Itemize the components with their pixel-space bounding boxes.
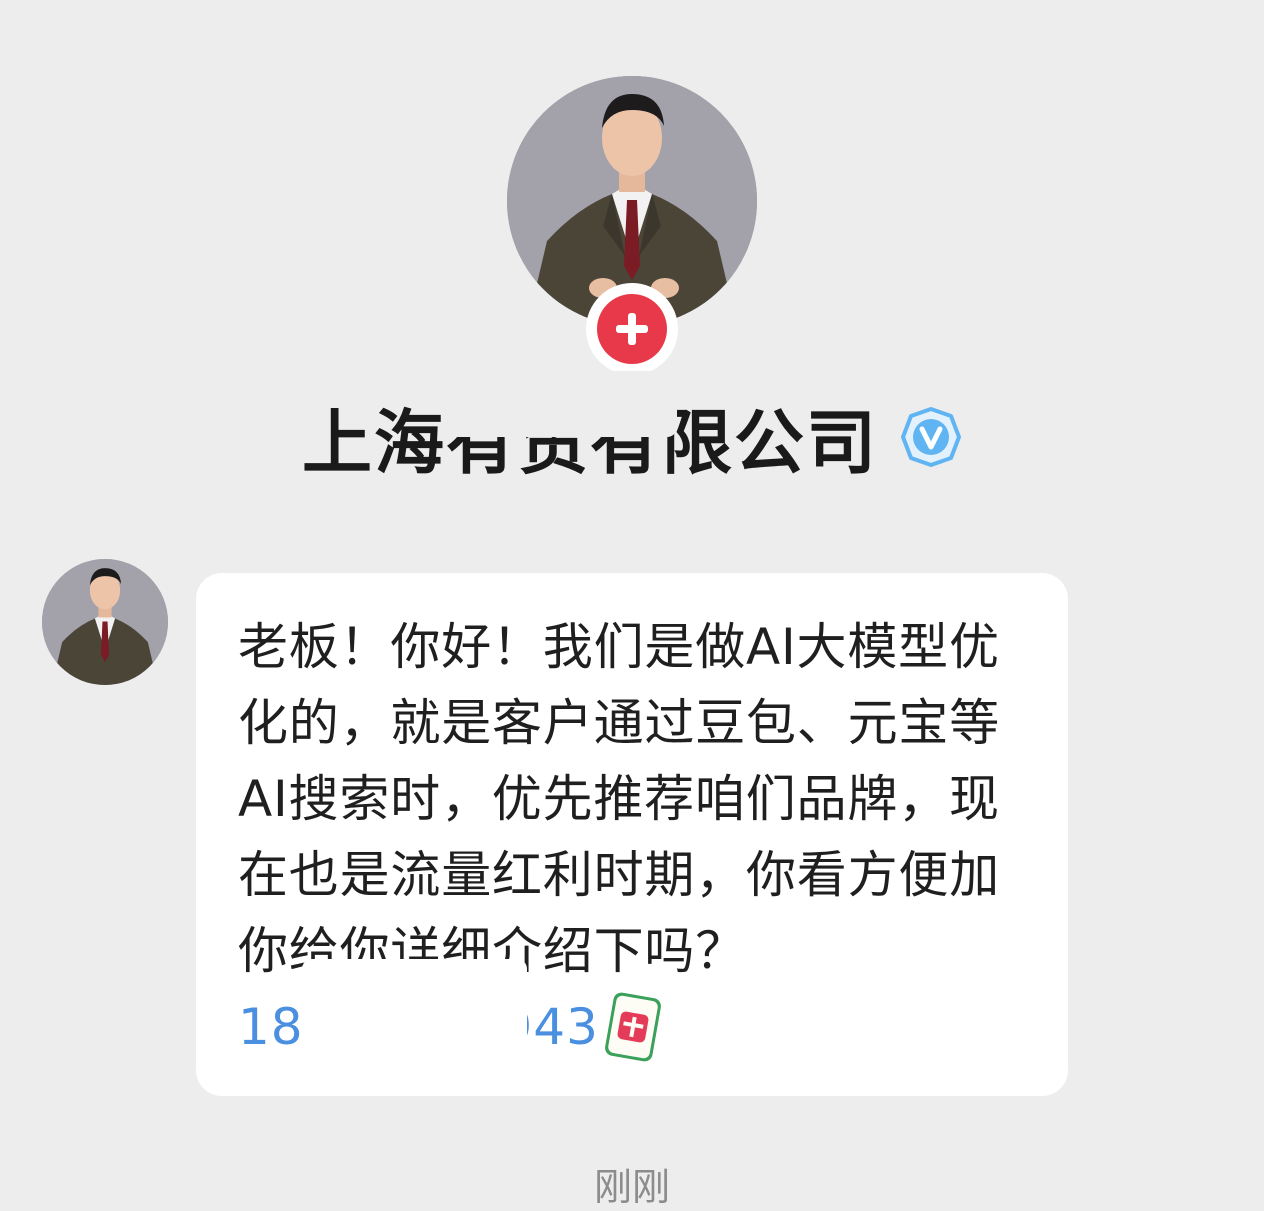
person-in-suit-avatar-icon (42, 559, 168, 685)
phone-row: 18791132943 (238, 959, 1028, 1065)
sender-avatar[interactable] (42, 559, 168, 685)
plus-icon (616, 313, 648, 345)
mahjong-fa-tile-emoji (605, 992, 661, 1062)
message-timestamp: 刚刚 (593, 1165, 670, 1209)
redaction-mask (447, 370, 677, 437)
company-name: 上海有贸有限公司 (302, 370, 878, 488)
follow-button[interactable] (586, 283, 678, 375)
verified-v-badge-icon (901, 407, 961, 467)
redaction-mask (302, 959, 527, 1051)
profile-name-row: 上海有贸有限公司 (0, 370, 1264, 484)
message-bubble[interactable]: 老板！你好！我们是做AI大模型优化的，就是客户通过豆包、元宝等AI搜索时，优先推… (196, 573, 1068, 1096)
message-text: 老板！你好！我们是做AI大模型优化的，就是客户通过豆包、元宝等AI搜索时，优先推… (238, 618, 1000, 980)
